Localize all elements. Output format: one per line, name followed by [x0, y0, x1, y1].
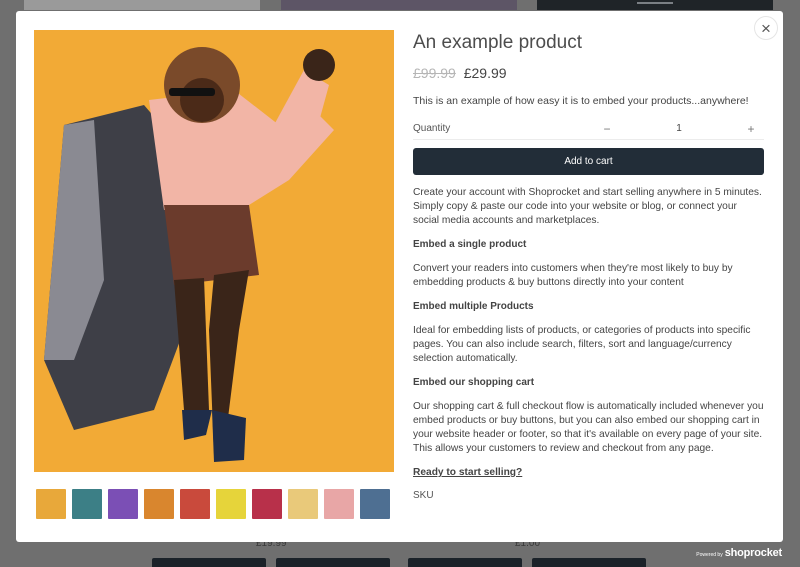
quantity-input[interactable]: 1 — [615, 123, 743, 134]
thumbnail[interactable] — [108, 489, 138, 519]
product-modal: × An example product £99.99 £29.99 This … — [16, 11, 783, 542]
description-paragraph: Our shopping cart & full checkout flow i… — [413, 401, 764, 454]
start-selling-link[interactable]: Ready to start selling? — [413, 467, 522, 478]
product-description: Create your account with Shoprocket and … — [413, 186, 764, 480]
background-product-card — [537, 0, 773, 10]
price-row: £99.99 £29.99 — [413, 64, 764, 82]
thumbnail[interactable] — [252, 489, 282, 519]
thumbnail-strip — [36, 489, 390, 519]
powered-by-text: Powered by — [696, 552, 723, 558]
thumbnail[interactable] — [216, 489, 246, 519]
thumbnail[interactable] — [180, 489, 210, 519]
product-title: An example product — [413, 32, 582, 53]
thumbnail[interactable] — [288, 489, 318, 519]
description-paragraph: Create your account with Shoprocket and … — [413, 187, 762, 226]
thumbnail[interactable] — [72, 489, 102, 519]
original-price: £99.99 — [413, 65, 456, 81]
thumbnail[interactable] — [324, 489, 354, 519]
description-heading: Embed a single product — [413, 239, 527, 250]
background-button — [532, 558, 646, 567]
sku-label: SKU — [413, 490, 434, 501]
background-product-card — [281, 0, 517, 10]
product-info-panel: An example product £99.99 £29.99 This is… — [413, 31, 764, 501]
quantity-stepper: Quantity − 1 + — [413, 118, 764, 140]
sale-price: £29.99 — [463, 65, 507, 81]
description-paragraph: Convert your readers into customers when… — [413, 263, 733, 288]
thumbnail[interactable] — [360, 489, 390, 519]
background-button — [152, 558, 266, 567]
short-description: This is an example of how easy it is to … — [413, 95, 749, 107]
description-paragraph: Ideal for embedding lists of products, o… — [413, 325, 751, 364]
product-main-image[interactable] — [34, 30, 394, 472]
description-heading: Embed our shopping cart — [413, 377, 535, 388]
powered-by-badge[interactable]: Powered by shoprocket — [696, 547, 782, 559]
thumbnail[interactable] — [144, 489, 174, 519]
quantity-increase-button[interactable]: + — [743, 122, 759, 136]
quantity-decrease-button[interactable]: − — [599, 122, 615, 136]
fashion-model-illustration — [34, 30, 394, 472]
thumbnail[interactable] — [36, 489, 66, 519]
add-to-cart-button[interactable]: Add to cart — [413, 148, 764, 175]
description-heading: Embed multiple Products — [413, 301, 534, 312]
background-button — [408, 558, 522, 567]
shoprocket-logo: shoprocket — [724, 547, 782, 559]
background-button — [276, 558, 390, 567]
quantity-label: Quantity — [413, 123, 451, 134]
background-product-card — [24, 0, 260, 10]
